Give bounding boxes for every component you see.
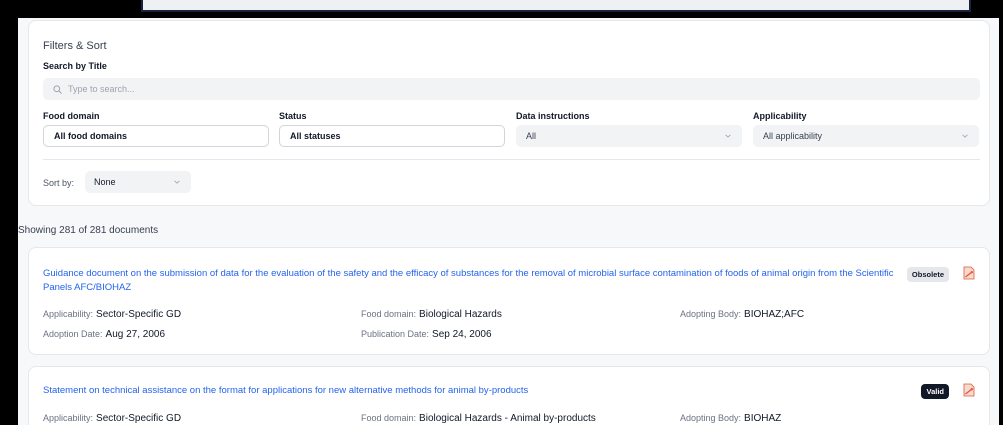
- filters-card: Filters & Sort Search by Title Food doma…: [28, 20, 990, 206]
- window-frame-right: [999, 0, 1003, 425]
- applicability-select[interactable]: All applicability: [753, 125, 979, 147]
- window-frame-left: [0, 0, 18, 425]
- meta-value: Sector-Specific GD: [96, 413, 182, 424]
- search-label: Search by Title: [43, 61, 107, 71]
- meta-applicability: Applicability: Sector-Specific GD: [43, 413, 181, 424]
- status-value: All statuses: [290, 131, 341, 141]
- meta-value: Sector-Specific GD: [96, 309, 182, 320]
- chevron-down-icon: [962, 134, 968, 138]
- status-badge: Obsolete: [906, 267, 949, 282]
- applicability-label: Applicability: [753, 111, 807, 121]
- status-label: Status: [279, 111, 307, 121]
- meta-value: Sep 24, 2006: [432, 329, 492, 340]
- filters-divider: [43, 159, 980, 160]
- meta-value: Biological Hazards - Animal by-products: [419, 413, 596, 424]
- meta-applicability: Applicability: Sector-Specific GD: [43, 309, 181, 320]
- meta-label: Food domain:: [361, 309, 417, 319]
- meta-adoption-date: Adoption Date: Aug 27, 2006: [43, 329, 165, 340]
- search-box[interactable]: [43, 78, 980, 100]
- meta-label: Applicability:: [43, 413, 94, 423]
- page-viewport[interactable]: Filters & Sort Search by Title Food doma…: [18, 18, 999, 425]
- filters-title: Filters & Sort: [43, 40, 107, 52]
- sort-value: None: [94, 177, 116, 187]
- pdf-file-icon[interactable]: [963, 383, 975, 397]
- meta-label: Food domain:: [361, 413, 417, 423]
- sort-select[interactable]: None: [85, 171, 191, 193]
- document-card: Guidance document on the submission of d…: [28, 247, 990, 355]
- food-domain-label: Food domain: [43, 111, 100, 121]
- meta-adopting-body: Adopting Body: BIOHAZ: [680, 413, 781, 424]
- search-icon: [53, 84, 62, 94]
- results-count: Showing 281 of 281 documents: [18, 225, 159, 236]
- data-instructions-label: Data instructions: [516, 111, 590, 121]
- meta-label: Adoption Date:: [43, 329, 103, 339]
- status-badge: Valid: [921, 384, 949, 399]
- data-instructions-value: All: [526, 131, 537, 141]
- meta-publication-date: Publication Date: Sep 24, 2006: [361, 329, 492, 340]
- overlay-strip: [141, 0, 971, 12]
- meta-label: Adopting Body:: [680, 309, 742, 319]
- status-select[interactable]: All statuses: [279, 125, 505, 147]
- sort-label: Sort by:: [43, 178, 75, 188]
- meta-label: Publication Date:: [361, 329, 430, 339]
- chevron-down-icon: [725, 134, 731, 138]
- meta-food-domain: Food domain: Biological Hazards: [361, 309, 502, 320]
- meta-food-domain: Food domain: Biological Hazards - Animal …: [361, 413, 596, 424]
- food-domain-select[interactable]: All food domains: [43, 125, 269, 147]
- food-domain-value: All food domains: [54, 131, 127, 141]
- chevron-down-icon: [174, 180, 180, 184]
- data-instructions-select[interactable]: All: [516, 125, 742, 147]
- pdf-file-icon[interactable]: [963, 266, 975, 280]
- meta-value: BIOHAZ: [744, 413, 782, 424]
- search-input[interactable]: [68, 84, 368, 94]
- meta-label: Adopting Body:: [680, 413, 742, 423]
- meta-value: Biological Hazards: [419, 309, 502, 320]
- meta-value: Aug 27, 2006: [105, 329, 166, 340]
- applicability-value: All applicability: [763, 131, 823, 141]
- document-title-link[interactable]: Guidance document on the submission of d…: [43, 267, 903, 295]
- meta-adopting-body: Adopting Body: BIOHAZ;AFC: [680, 309, 804, 320]
- document-card: Statement on technical assistance on the…: [28, 366, 990, 425]
- meta-label: Applicability:: [43, 309, 94, 319]
- meta-value: BIOHAZ;AFC: [744, 309, 805, 320]
- document-title-link[interactable]: Statement on technical assistance on the…: [43, 384, 903, 398]
